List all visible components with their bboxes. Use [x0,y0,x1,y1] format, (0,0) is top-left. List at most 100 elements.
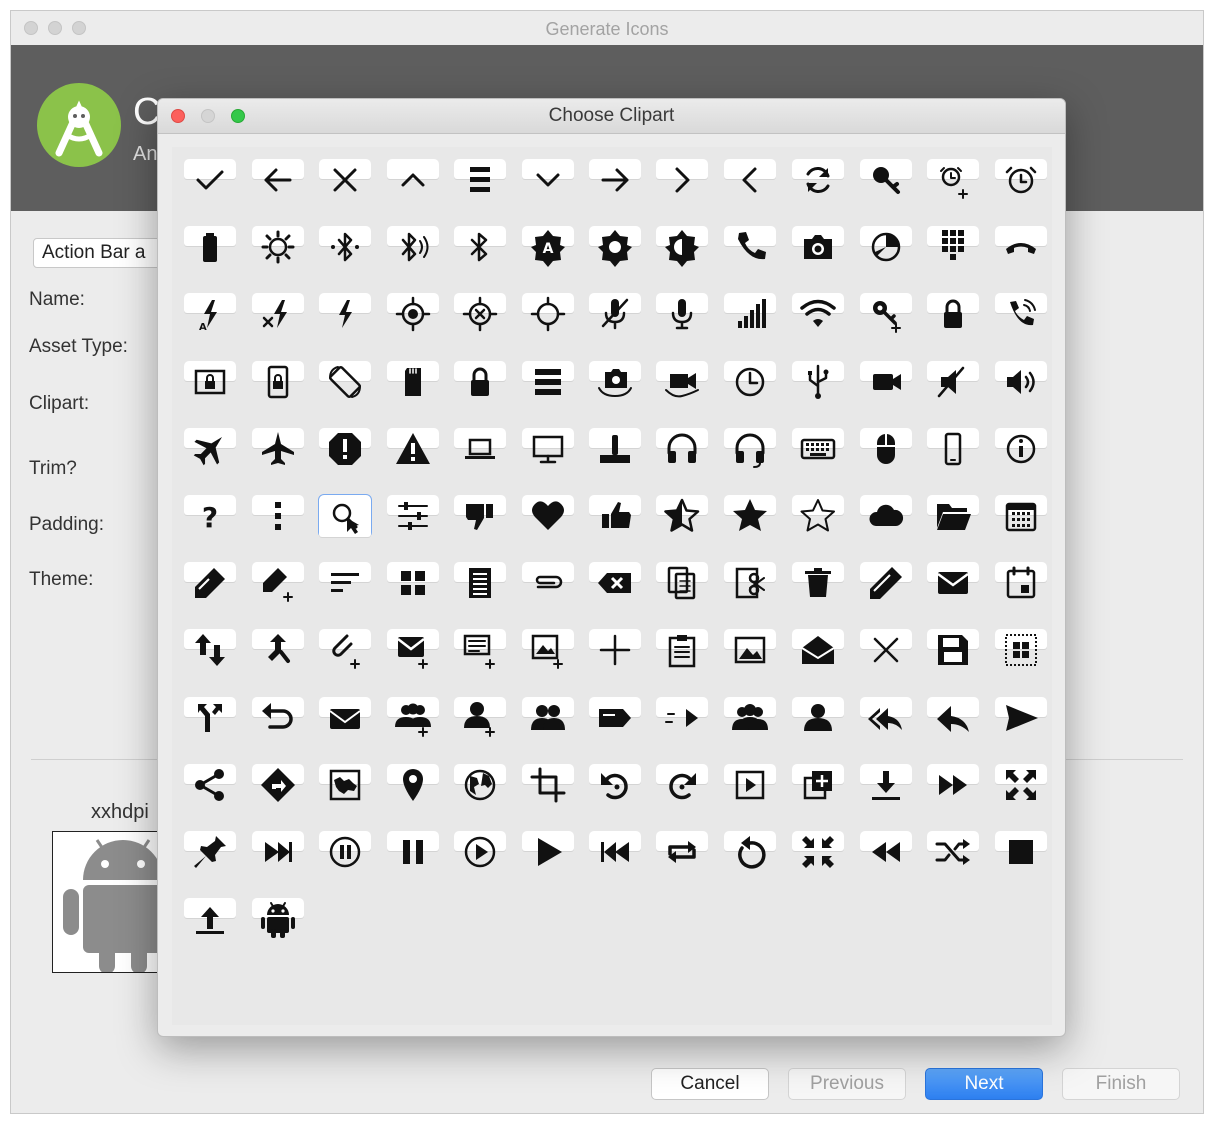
mouse-clipart[interactable] [860,427,912,470]
repeat-clipart[interactable] [656,831,708,873]
bluetooth-connected-clipart[interactable] [319,226,371,268]
arrow-forward-clipart[interactable] [589,159,641,201]
pause-clipart[interactable] [387,831,439,873]
flash-auto-clipart[interactable]: A [184,293,236,335]
joystick-clipart[interactable] [589,427,641,470]
cut-clipart[interactable] [724,562,776,604]
switch-camera-clipart[interactable] [589,360,641,403]
bluetooth-clipart[interactable] [454,226,506,268]
sd-card-clipart[interactable] [387,360,439,403]
brightness-high-clipart[interactable] [589,226,641,268]
star-clipart[interactable] [724,495,776,537]
group-add-clipart[interactable] [387,696,439,739]
group-clipart[interactable] [724,696,776,739]
mail-clipart[interactable] [927,562,979,604]
upload-clipart[interactable] [184,898,236,940]
volume-off-clipart[interactable] [927,360,979,403]
search-clipart[interactable] [318,494,372,538]
finish-button[interactable]: Finish [1062,1068,1180,1100]
refresh-clipart[interactable] [792,159,844,201]
replay-clipart[interactable] [724,831,776,873]
usb-clipart[interactable] [792,360,844,403]
call-end-clipart[interactable] [995,226,1047,268]
rotate-left-clipart[interactable] [589,763,641,806]
expand-less-clipart[interactable] [387,159,439,201]
import-export-clipart[interactable] [184,629,236,671]
add-clipart[interactable] [589,629,641,671]
view-module-clipart[interactable] [387,562,439,604]
arrow-back-clipart[interactable] [252,159,304,201]
headset-clipart[interactable] [656,427,708,470]
send-clipart[interactable] [995,696,1047,739]
more-vert-clipart[interactable] [252,495,304,537]
alarm-add-clipart[interactable] [927,159,979,201]
dialpad-clipart[interactable] [927,226,979,268]
signal-clipart[interactable] [724,293,776,335]
thumb-down-clipart[interactable] [454,495,506,537]
rotate-right-clipart[interactable] [656,763,708,806]
menu-clipart[interactable] [454,159,506,201]
skip-previous-clipart[interactable] [589,831,641,873]
laptop-clipart[interactable] [454,427,506,470]
save-clipart[interactable] [927,629,979,671]
stop-clipart[interactable] [995,831,1047,873]
screen-lock-portrait-clipart[interactable] [252,360,304,403]
flash-off-clipart[interactable] [252,293,304,335]
vpn-key-clipart[interactable] [860,293,912,335]
people-clipart[interactable] [522,696,574,739]
calendar-clipart[interactable] [995,495,1047,537]
library-add-clipart[interactable] [792,763,844,806]
image-clipart[interactable] [724,629,776,671]
alarm-clipart[interactable] [995,159,1047,201]
open-mail-clipart[interactable] [319,696,371,739]
phone-in-talk-clipart[interactable] [995,293,1047,335]
brightness-clipart[interactable] [252,226,304,268]
battery-clipart[interactable] [184,226,236,268]
volume-up-clipart[interactable] [995,360,1047,403]
flight-clipart[interactable] [252,427,304,470]
crop-clipart[interactable] [522,763,574,806]
star-half-clipart[interactable] [656,495,708,537]
thumb-up-clipart[interactable] [589,495,641,537]
brightness-auto-clipart[interactable]: A [522,226,574,268]
pen-clipart[interactable] [860,562,912,604]
info-clipart[interactable] [995,427,1047,470]
flash-on-clipart[interactable] [319,293,371,335]
list-doc-clipart[interactable] [454,562,506,604]
android-clipart[interactable] [252,898,304,940]
keyboard-clipart[interactable] [792,427,844,470]
copy-clipart[interactable] [656,562,708,604]
previous-button[interactable]: Previous [788,1068,906,1100]
image-add-clipart[interactable] [522,629,574,671]
skip-next-clipart[interactable] [252,831,304,873]
place-clipart[interactable] [387,763,439,806]
cancel-button[interactable]: Cancel [651,1068,769,1100]
drafts-clipart[interactable] [792,629,844,671]
check-clipart[interactable] [184,159,236,201]
smartphone-clipart[interactable] [927,427,979,470]
clipboard-clipart[interactable] [656,629,708,671]
clear-clipart[interactable] [860,629,912,671]
camera-clipart[interactable] [792,226,844,268]
fullscreen-exit-clipart[interactable] [792,831,844,873]
help-clipart[interactable]: ? [184,495,236,537]
forward-arrow-clipart[interactable] [656,696,708,739]
edit-clipart[interactable] [184,562,236,604]
gps-off-clipart[interactable] [454,293,506,335]
public-clipart[interactable] [454,763,506,806]
shuffle-clipart[interactable] [927,831,979,873]
wifi-clipart[interactable] [792,293,844,335]
phone-clipart[interactable] [724,226,776,268]
lock-closed-clipart[interactable] [454,360,506,403]
bluetooth-audio-clipart[interactable] [387,226,439,268]
gps-not-fixed-clipart[interactable] [522,293,574,335]
slideshow-clipart[interactable] [724,763,776,806]
mail-add-clipart[interactable] [387,629,439,671]
screen-lock-clipart[interactable] [184,360,236,403]
airplane-mode-clipart[interactable] [184,427,236,470]
play-circle-clipart[interactable] [454,831,506,873]
event-clipart[interactable] [995,562,1047,604]
pin-clipart[interactable] [184,831,236,873]
download-clipart[interactable] [860,763,912,806]
rewind-clipart[interactable] [860,831,912,873]
